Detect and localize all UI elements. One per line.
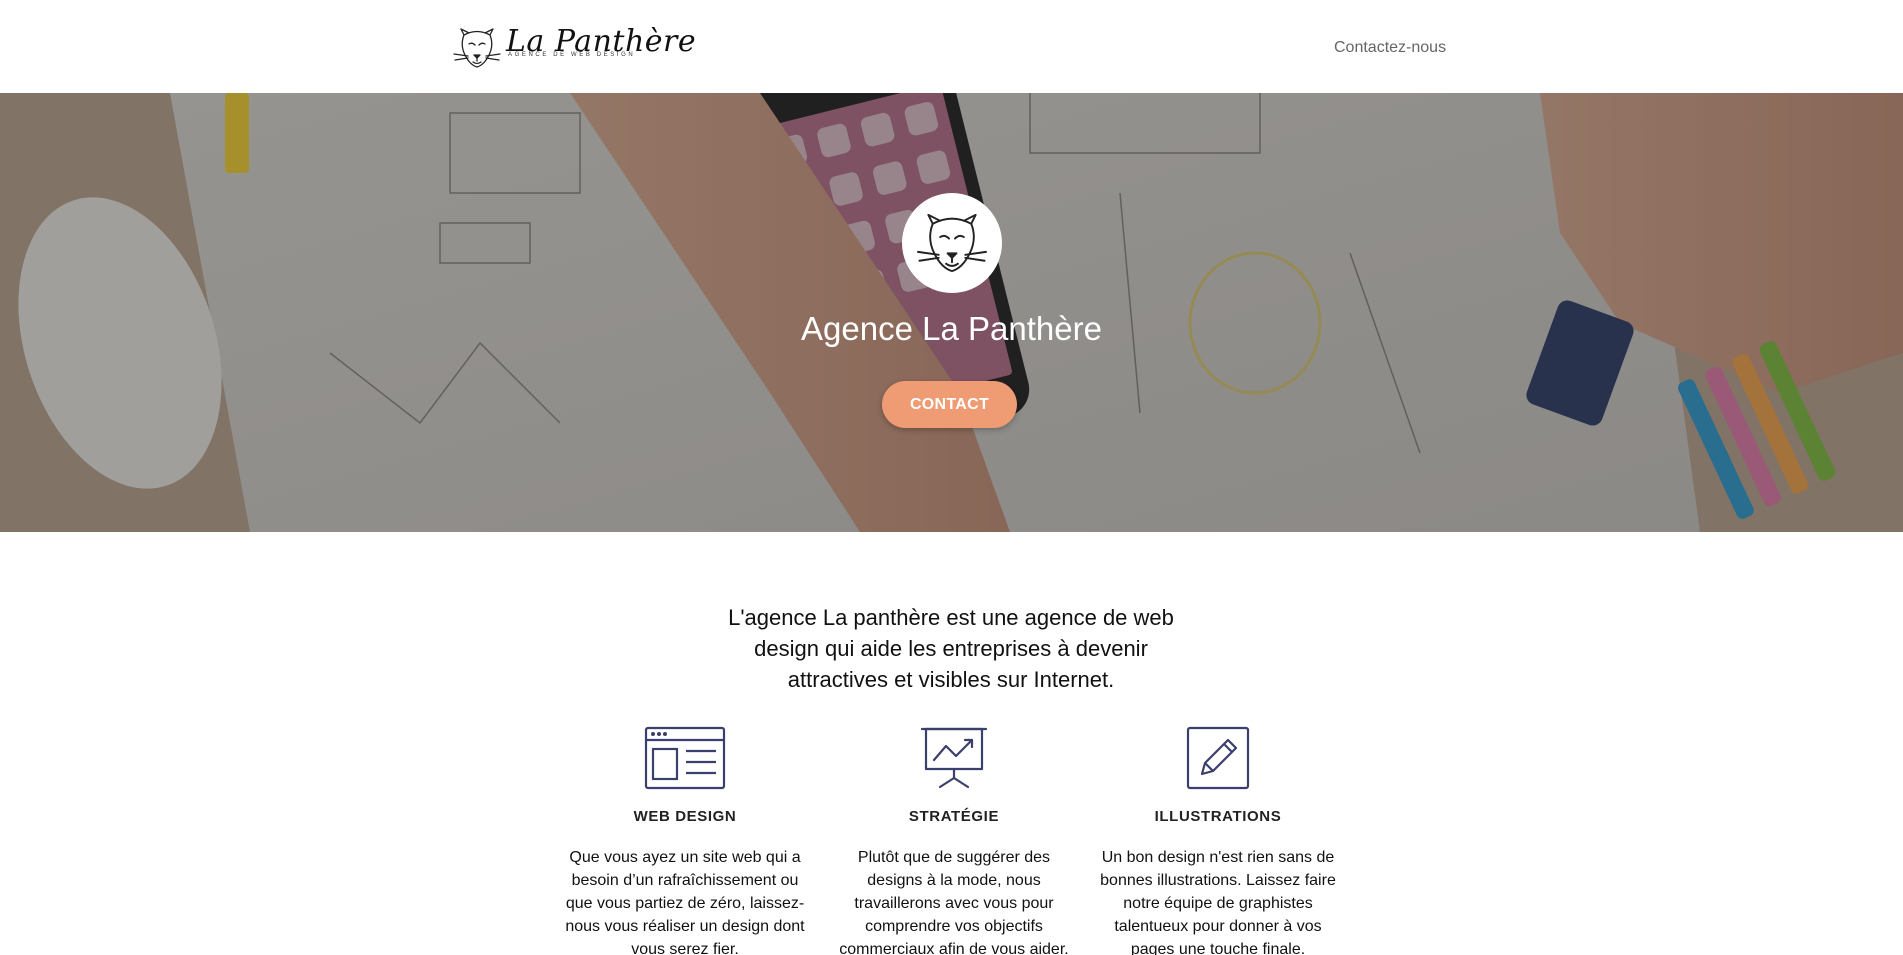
service-title: STRATÉGIE bbox=[908, 808, 1000, 825]
nav-contact-link[interactable]: Contactez-nous bbox=[1334, 39, 1446, 57]
service-icon-wrapper bbox=[834, 725, 1074, 791]
service-title: WEB DESIGN bbox=[633, 808, 737, 825]
site-header: La Panthère AGENCE DE WEB DESIGN Contact… bbox=[0, 0, 1903, 93]
site-logo[interactable]: La Panthère AGENCE DE WEB DESIGN bbox=[452, 25, 696, 71]
service-icon-wrapper bbox=[565, 725, 805, 791]
hero-banner: Agence La Panthère CONTACT bbox=[0, 93, 1903, 532]
pencil-icon bbox=[1186, 726, 1250, 790]
logo-text: La Panthère AGENCE DE WEB DESIGN bbox=[506, 25, 696, 59]
service-title: ILLUSTRATIONS bbox=[1154, 808, 1282, 825]
presentation-chart-icon bbox=[920, 727, 988, 789]
service-description: Que vous ayez un site web qui a besoin d… bbox=[565, 849, 805, 955]
contact-button[interactable]: CONTACT bbox=[882, 381, 1017, 428]
service-description: Un bon design n'est rien sans de bonnes … bbox=[1100, 849, 1336, 955]
panther-logo-icon bbox=[453, 28, 501, 68]
hero-title: Agence La Panthère bbox=[801, 310, 1102, 347]
service-icon-wrapper bbox=[1098, 725, 1338, 791]
panther-head-icon bbox=[917, 213, 987, 273]
service-card-web-design: WEB DESIGN Que vous ayez un site web qui… bbox=[565, 725, 805, 955]
intro-paragraph: L'agence La panthère est une agence de w… bbox=[728, 605, 1174, 692]
logo-tagline: AGENCE DE WEB DESIGN bbox=[508, 52, 636, 58]
web-layout-icon bbox=[644, 726, 726, 790]
service-card-illustrations: ILLUSTRATIONS Un bon design n'est rien s… bbox=[1098, 725, 1338, 955]
service-description: Plutôt que de suggérer des designs à la … bbox=[839, 849, 1069, 955]
hero-logo-badge bbox=[902, 193, 1002, 293]
service-card-strategie: STRATÉGIE Plutôt que de suggérer des des… bbox=[834, 725, 1074, 955]
